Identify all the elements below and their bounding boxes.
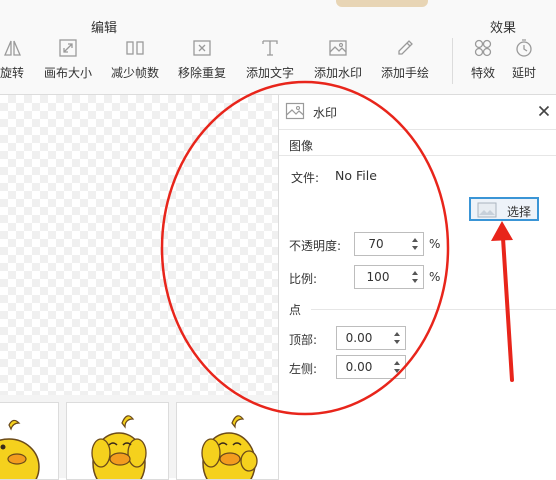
section-divider bbox=[279, 155, 556, 156]
left-label: 左侧: bbox=[289, 362, 318, 376]
add-text-icon bbox=[262, 40, 278, 56]
remove-duplicates-icon bbox=[193, 40, 211, 56]
add-watermark-label: 添加水印 bbox=[313, 66, 362, 80]
remove-duplicates-button[interactable]: 移除重复 bbox=[176, 38, 228, 81]
panel-header: 水印 bbox=[279, 95, 556, 130]
effects-group-title: 效果 bbox=[490, 21, 517, 36]
toolbar: 编辑 效果 旋转 画布大小 减少帧数 移除重复 添加文字 添加水印 添加手绘 特… bbox=[0, 0, 556, 95]
add-watermark-button[interactable]: 添加水印 bbox=[312, 38, 364, 81]
delay-button[interactable]: 延时 bbox=[510, 38, 538, 81]
effects-button[interactable]: 特效 bbox=[469, 38, 497, 81]
scale-label: 比例: bbox=[289, 272, 318, 286]
spin-arrows-icon[interactable] bbox=[392, 329, 402, 347]
reduce-frames-button[interactable]: 减少帧数 bbox=[109, 38, 161, 81]
delay-label: 延时 bbox=[511, 66, 536, 80]
left-spinbox[interactable]: 0.00 bbox=[336, 355, 406, 379]
spin-arrows-icon[interactable] bbox=[410, 235, 420, 253]
add-drawing-label: 添加手绘 bbox=[380, 66, 429, 80]
add-drawing-button[interactable]: 添加手绘 bbox=[379, 38, 431, 81]
reduce-frames-icon bbox=[126, 41, 144, 55]
frame-strip bbox=[0, 395, 279, 480]
effects-icon bbox=[474, 39, 492, 57]
add-drawing-icon bbox=[398, 40, 413, 55]
opacity-label: 不透明度: bbox=[289, 239, 342, 253]
rotate-button[interactable]: 旋转 bbox=[0, 38, 24, 81]
spin-arrows-icon[interactable] bbox=[392, 358, 402, 376]
file-label: 文件: bbox=[291, 171, 320, 185]
top-label: 顶部: bbox=[289, 333, 318, 347]
point-section-title: 点 bbox=[289, 303, 302, 317]
left-value: 0.00 bbox=[345, 360, 373, 374]
remove-duplicates-label: 移除重复 bbox=[177, 66, 226, 80]
choose-button-label: 选择 bbox=[507, 205, 532, 219]
add-text-button[interactable]: 添加文字 bbox=[244, 38, 296, 81]
image-icon bbox=[477, 202, 497, 218]
canvas-preview[interactable] bbox=[0, 95, 278, 395]
duck-image bbox=[0, 419, 40, 479]
scale-unit: % bbox=[429, 270, 441, 284]
frame-thumbnail[interactable] bbox=[0, 402, 59, 480]
delay-icon bbox=[516, 39, 532, 57]
duck-image bbox=[91, 415, 147, 479]
rotate-label: 旋转 bbox=[0, 66, 25, 80]
canvas-size-icon bbox=[59, 39, 77, 57]
edit-group-title: 编辑 bbox=[91, 21, 118, 36]
frame-thumbnail[interactable] bbox=[176, 402, 279, 480]
scale-spinbox[interactable]: 100 bbox=[354, 265, 424, 289]
panel-title: 水印 bbox=[313, 106, 338, 120]
add-text-label: 添加文字 bbox=[245, 66, 294, 80]
effects-label: 特效 bbox=[470, 66, 495, 80]
reduce-frames-label: 减少帧数 bbox=[110, 66, 159, 80]
toolbar-divider bbox=[452, 38, 453, 84]
opacity-unit: % bbox=[429, 237, 441, 251]
close-icon[interactable] bbox=[538, 105, 550, 117]
choose-image-button[interactable]: 选择 bbox=[469, 197, 539, 221]
top-accent-tab[interactable] bbox=[336, 0, 428, 7]
image-section-title: 图像 bbox=[289, 139, 314, 153]
top-spinbox[interactable]: 0.00 bbox=[336, 326, 406, 350]
frame-thumbnail[interactable] bbox=[66, 402, 169, 480]
top-value: 0.00 bbox=[345, 331, 373, 345]
watermark-icon bbox=[285, 102, 305, 120]
opacity-spinbox[interactable]: 70 bbox=[354, 232, 424, 256]
section-divider bbox=[311, 309, 556, 310]
file-value: No File bbox=[335, 168, 377, 183]
rotate-icon bbox=[4, 40, 21, 56]
add-watermark-icon bbox=[329, 40, 347, 56]
canvas-size-button[interactable]: 画布大小 bbox=[42, 38, 94, 81]
spin-arrows-icon[interactable] bbox=[410, 268, 420, 286]
duck-image bbox=[201, 415, 258, 479]
scale-value: 100 bbox=[366, 270, 390, 284]
opacity-value: 70 bbox=[368, 237, 384, 251]
watermark-panel: 水印 图像 文件: No File 选择 不透明度: 70 % 比例: 100 … bbox=[278, 95, 556, 478]
canvas-size-label: 画布大小 bbox=[43, 66, 92, 80]
